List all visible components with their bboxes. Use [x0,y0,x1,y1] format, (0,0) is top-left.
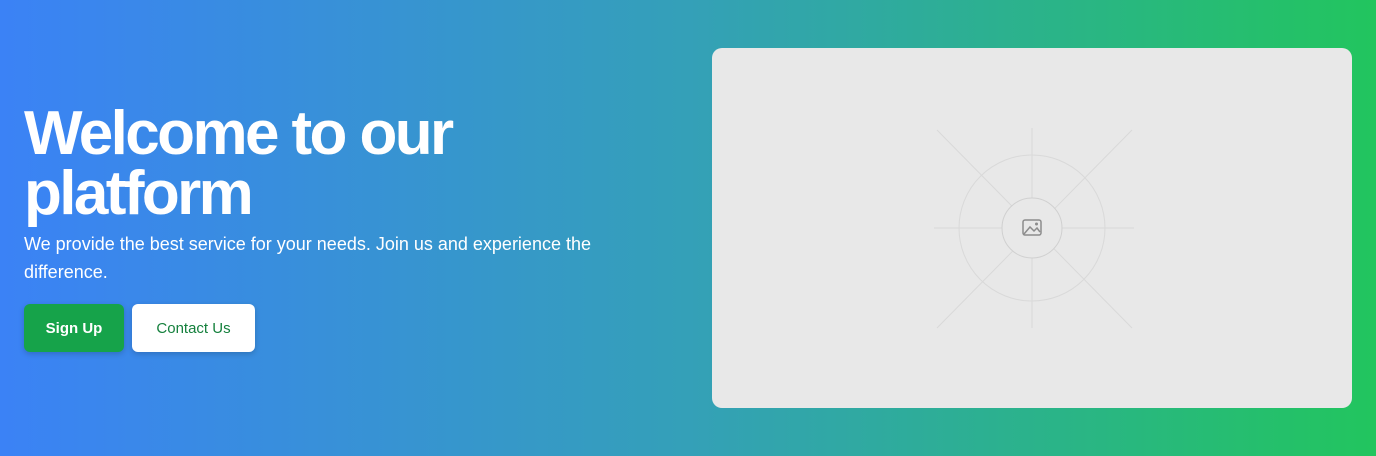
contact-us-button[interactable]: Contact Us [132,304,255,352]
placeholder-graphic [934,128,1134,329]
hero-subtitle: We provide the best service for your nee… [24,234,591,282]
hero-content: Welcome to our platform We provide the b… [24,99,664,352]
hero-title: Welcome to our platform [24,99,454,228]
hero-image-placeholder [712,48,1352,408]
image-icon [1001,197,1063,259]
hero-actions: Sign Up Contact Us [24,304,664,352]
sign-up-button[interactable]: Sign Up [24,304,124,352]
hero-section: Welcome to our platform We provide the b… [0,0,1376,456]
